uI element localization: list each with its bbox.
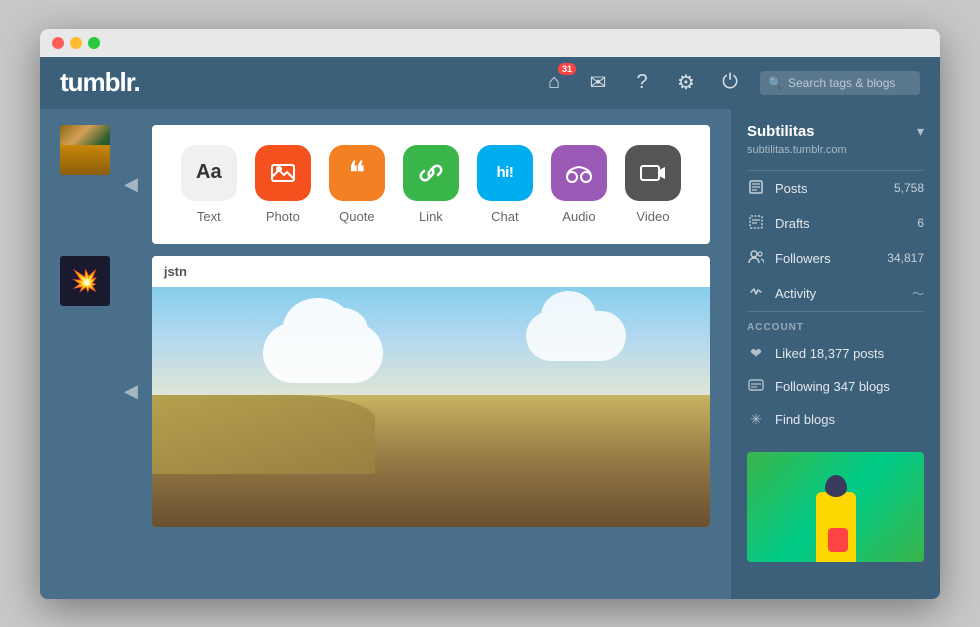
help-icon-wrap[interactable]: ? [628, 69, 656, 97]
chat-post-label: Chat [491, 209, 518, 224]
drafts-icon [747, 215, 765, 232]
sidebar-activity[interactable]: Activity 〜 [731, 276, 940, 311]
fullscreen-button[interactable] [88, 37, 100, 49]
drafts-label: Drafts [775, 216, 907, 231]
image-post-row: 💥 ◀ jstn [60, 256, 710, 527]
landscape-image [152, 287, 710, 527]
post-username: jstn [152, 256, 710, 287]
blog-header: Subtilitas ▾ [747, 123, 924, 140]
followers-label: Followers [775, 251, 877, 266]
notification-badge: 31 [558, 63, 576, 75]
terrain [152, 395, 710, 527]
browser-window: tumblr. ⌂ 31 ✉ ? ⚙ ⏻ [40, 29, 940, 599]
mail-icon-wrap[interactable]: ✉ [584, 69, 612, 97]
activity-icon [747, 285, 765, 302]
find-blogs-item[interactable]: ✳ Find blogs [747, 403, 924, 436]
nav-icons: ⌂ 31 ✉ ? ⚙ ⏻ 🔍 [540, 69, 920, 97]
search-icon: 🔍 [768, 76, 783, 90]
video-post-label: Video [636, 209, 669, 224]
sidebar-posts[interactable]: Posts 5,758 [731, 171, 940, 206]
home-icon-wrap[interactable]: ⌂ 31 [540, 69, 568, 97]
blog-section: Subtilitas ▾ subtilitas.tumblr.com [731, 109, 940, 170]
figure-head [825, 475, 847, 497]
audio-post-label: Audio [562, 209, 595, 224]
following-blogs-label: Following 347 blogs [775, 379, 890, 394]
create-post-row: ◀ Aa Text [60, 125, 710, 244]
image-post-arrow[interactable]: ◀ [120, 377, 142, 406]
find-blogs-icon: ✳ [747, 411, 765, 428]
power-icon-wrap[interactable]: ⏻ [716, 69, 744, 97]
quote-post-icon: ❝ [329, 145, 385, 201]
cloud-2 [526, 311, 626, 361]
home-icon: ⌂ [548, 71, 560, 94]
top-nav: tumblr. ⌂ 31 ✉ ? ⚙ ⏻ [40, 57, 940, 109]
sidebar-drafts[interactable]: Drafts 6 [731, 206, 940, 241]
minimize-button[interactable] [70, 37, 82, 49]
post-type-link[interactable]: Link [403, 145, 459, 224]
title-bar [40, 29, 940, 57]
sidebar-followers[interactable]: Followers 34,817 [731, 241, 940, 276]
followers-value: 34,817 [887, 251, 924, 265]
account-label: ACCOUNT [747, 322, 924, 333]
search-wrap: 🔍 [760, 71, 920, 95]
mini-blog-preview [747, 452, 924, 562]
account-section: ACCOUNT ❤ Liked 18,377 posts Following 3… [731, 312, 940, 442]
power-icon: ⏻ [722, 71, 738, 94]
text-post-icon: Aa [181, 145, 237, 201]
chevron-down-icon[interactable]: ▾ [917, 123, 924, 140]
activity-label: Activity [775, 286, 902, 301]
traffic-lights [52, 37, 100, 49]
post-image [152, 287, 710, 527]
heart-icon: ❤ [747, 345, 765, 362]
liked-posts-label: Liked 18,377 posts [775, 346, 884, 361]
help-icon: ? [636, 71, 647, 94]
quote-post-label: Quote [339, 209, 374, 224]
app-content: tumblr. ⌂ 31 ✉ ? ⚙ ⏻ [40, 57, 940, 599]
posts-icon [747, 180, 765, 197]
post-type-chat[interactable]: hi! Chat [477, 145, 533, 224]
sidebar: Subtilitas ▾ subtilitas.tumblr.com [730, 109, 940, 599]
search-input[interactable] [760, 71, 920, 95]
create-post-arrow[interactable]: ◀ [120, 170, 142, 199]
video-post-icon [625, 145, 681, 201]
following-icon [747, 378, 765, 395]
chat-post-icon: hi! [477, 145, 533, 201]
cloud-1 [263, 323, 383, 383]
find-blogs-label: Find blogs [775, 412, 835, 427]
text-post-label: Text [197, 209, 221, 224]
image-post-card: jstn [152, 256, 710, 527]
settings-icon: ⚙ [677, 70, 695, 95]
posts-value: 5,758 [894, 181, 924, 195]
jstn-avatar: 💥 [60, 256, 110, 306]
drafts-value: 6 [917, 216, 924, 230]
settings-icon-wrap[interactable]: ⚙ [672, 69, 700, 97]
audio-post-icon [551, 145, 607, 201]
liked-posts-item[interactable]: ❤ Liked 18,377 posts [747, 337, 924, 370]
post-type-photo[interactable]: Photo [255, 145, 311, 224]
blog-url: subtilitas.tumblr.com [747, 144, 924, 156]
photo-post-icon [255, 145, 311, 201]
posts-label: Posts [775, 181, 884, 196]
activity-wave: 〜 [912, 285, 924, 302]
tumblr-logo: tumblr. [60, 67, 140, 98]
post-type-quote[interactable]: ❝ Quote [329, 145, 385, 224]
blog-name: Subtilitas [747, 123, 815, 140]
feed: ◀ Aa Text [40, 109, 730, 599]
post-type-text[interactable]: Aa Text [181, 145, 237, 224]
post-type-audio[interactable]: Audio [551, 145, 607, 224]
user-avatar [60, 125, 110, 175]
mail-icon: ✉ [590, 70, 607, 95]
post-types: Aa Text [172, 145, 690, 224]
photo-post-label: Photo [266, 209, 300, 224]
following-blogs-item[interactable]: Following 347 blogs [747, 370, 924, 403]
link-post-icon [403, 145, 459, 201]
create-post-card: Aa Text [152, 125, 710, 244]
close-button[interactable] [52, 37, 64, 49]
link-post-label: Link [419, 209, 443, 224]
main-layout: ◀ Aa Text [40, 109, 940, 599]
figure-bag [828, 528, 848, 552]
followers-icon [747, 250, 765, 267]
post-type-video[interactable]: Video [625, 145, 681, 224]
